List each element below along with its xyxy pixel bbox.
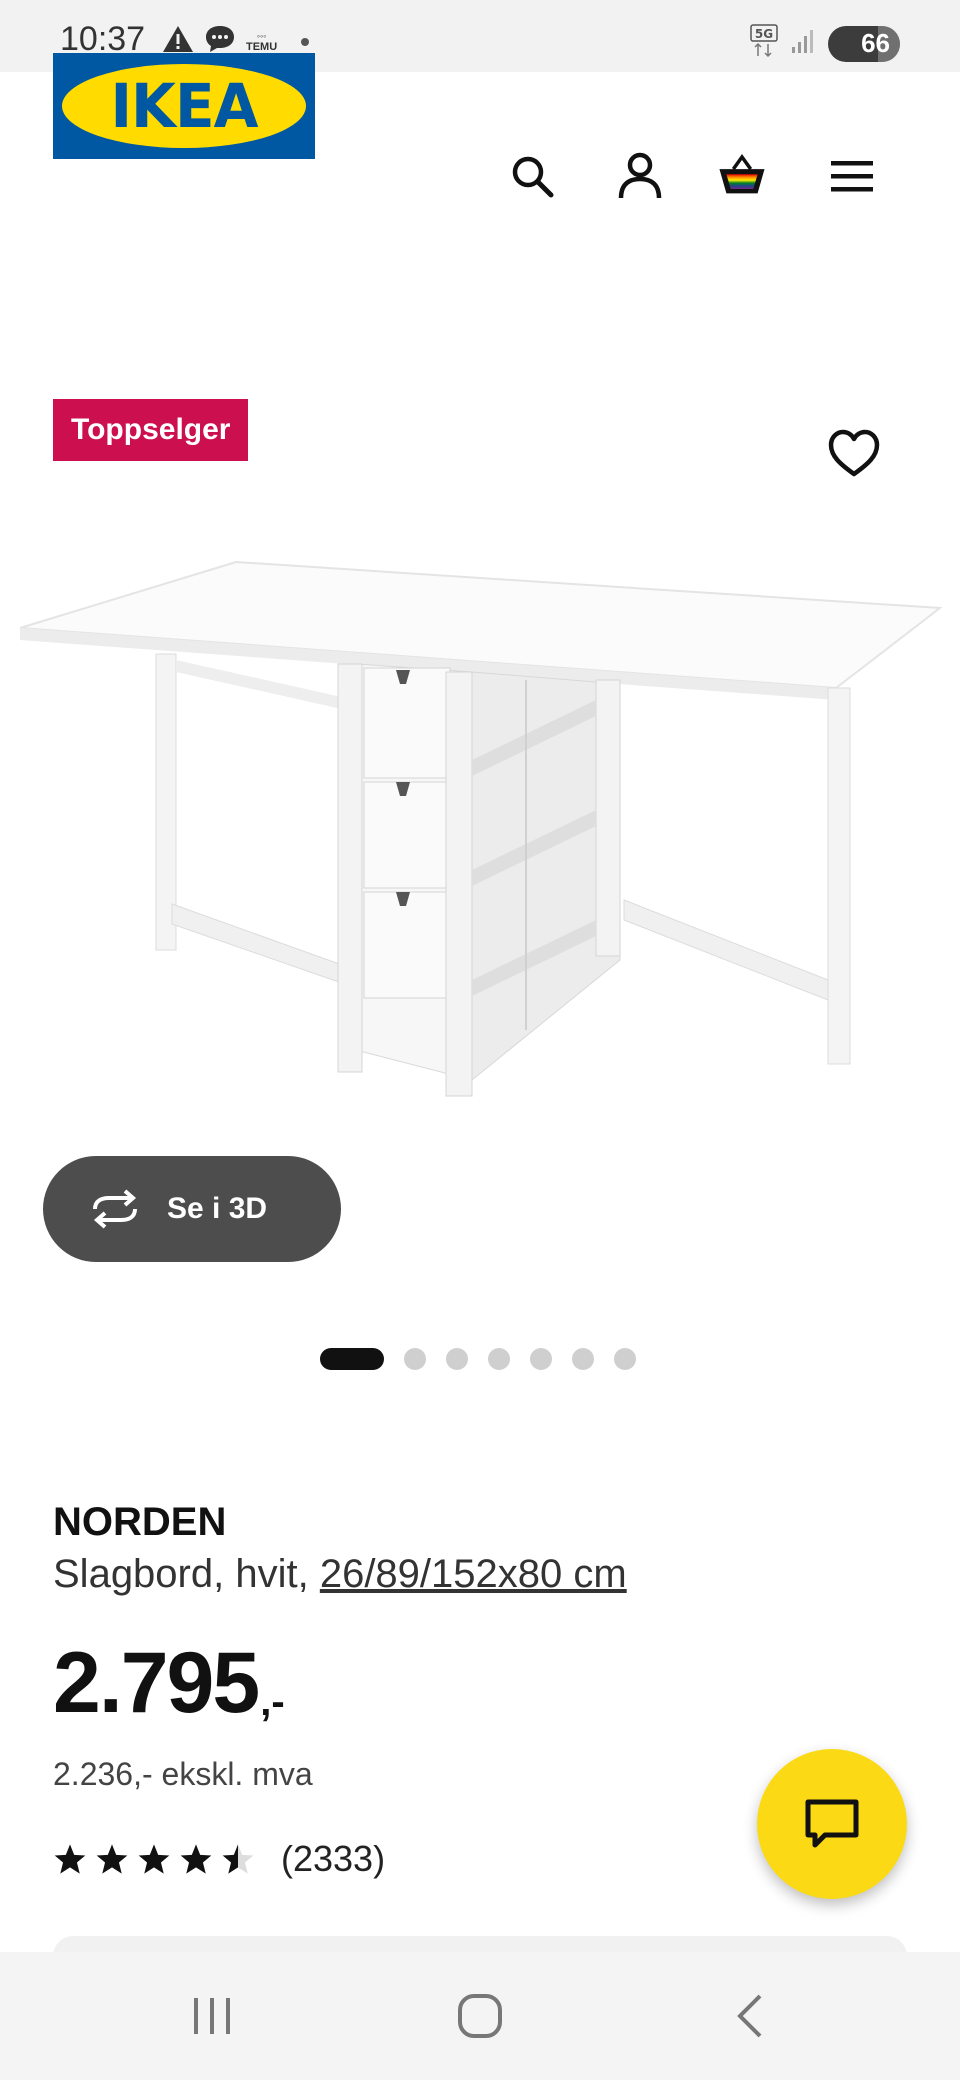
- logo-ellipse: IKEA: [62, 64, 306, 148]
- battery-indicator: 66: [828, 25, 900, 62]
- star-icon: [54, 1844, 86, 1874]
- search-icon[interactable]: [506, 150, 558, 202]
- image-carousel-dots: [320, 1348, 636, 1370]
- chat-icon: [805, 1799, 859, 1848]
- carousel-dot-6[interactable]: [572, 1348, 594, 1370]
- product-price: 2.795 ,-: [53, 1640, 285, 1726]
- product-image[interactable]: [16, 560, 944, 1100]
- product-description: Slagbord, hvit, 26/89/152x80 cm: [53, 1552, 627, 1597]
- carousel-dot-1[interactable]: [320, 1348, 384, 1370]
- bestseller-badge: Toppselger: [53, 399, 249, 461]
- ikea-logo[interactable]: IKEA: [53, 53, 315, 159]
- svg-text:5G: 5G: [755, 27, 773, 41]
- star-icon: [96, 1844, 128, 1874]
- recent-apps-button[interactable]: [152, 1952, 272, 2080]
- product-type: Slagbord, hvit,: [53, 1552, 320, 1596]
- carousel-dot-4[interactable]: [488, 1348, 510, 1370]
- carousel-dot-5[interactable]: [530, 1348, 552, 1370]
- price-suffix: ,-: [260, 1680, 285, 1724]
- review-count: (2333): [281, 1838, 386, 1879]
- logo-text: IKEA: [110, 70, 258, 142]
- rotate-3d-icon: [93, 1189, 137, 1229]
- system-nav-bar: [0, 1952, 960, 2080]
- account-icon[interactable]: [614, 150, 666, 202]
- shopping-bag-icon[interactable]: [716, 150, 768, 202]
- status-dot: [301, 37, 310, 46]
- favorite-heart-icon[interactable]: [826, 426, 882, 482]
- product-rating[interactable]: (2333): [53, 1838, 385, 1880]
- menu-icon[interactable]: [826, 150, 878, 202]
- rating-stars: [53, 1843, 255, 1875]
- price-excl-vat: 2.236,- ekskl. mva: [53, 1756, 313, 1792]
- star-icon: [138, 1844, 170, 1874]
- signal-icon: [790, 27, 818, 60]
- network-5g-icon: 5G: [750, 24, 780, 63]
- status-system-icons: 5G 66: [750, 24, 900, 63]
- view-3d-label: Se i 3D: [167, 1192, 268, 1225]
- carousel-dot-3[interactable]: [446, 1348, 468, 1370]
- home-button[interactable]: [420, 1952, 540, 2080]
- price-main: 2.795: [53, 1635, 260, 1731]
- carousel-dot-7[interactable]: [614, 1348, 636, 1370]
- temu-icon: ◦◦◦ TEMU: [246, 30, 278, 53]
- star-icon: [180, 1844, 212, 1874]
- carousel-dot-2[interactable]: [404, 1348, 426, 1370]
- view-3d-button[interactable]: Se i 3D: [43, 1156, 341, 1262]
- chat-button[interactable]: [757, 1749, 907, 1899]
- back-button[interactable]: [690, 1952, 810, 2080]
- half-star-icon: [222, 1844, 254, 1874]
- product-name: NORDEN: [53, 1500, 227, 1544]
- product-dimensions-link[interactable]: 26/89/152x80 cm: [320, 1552, 627, 1596]
